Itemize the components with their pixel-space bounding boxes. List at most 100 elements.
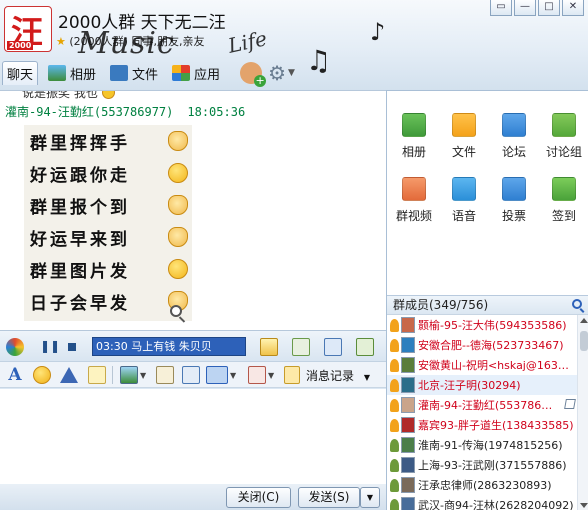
app-checkin[interactable]: 签到 bbox=[539, 177, 588, 241]
music-doc-icon[interactable] bbox=[182, 366, 200, 384]
tab-chat[interactable]: 聊天 bbox=[2, 61, 39, 166]
invite-member-icon[interactable] bbox=[240, 62, 267, 87]
app-files[interactable]: 文件 bbox=[439, 113, 489, 177]
tab-apps-label: 应用 bbox=[194, 67, 221, 83]
emoji-icon[interactable] bbox=[33, 366, 51, 384]
minimize-button[interactable]: — bbox=[514, 0, 536, 16]
message-line: 好运早来到 bbox=[30, 230, 130, 250]
stop-icon[interactable] bbox=[68, 343, 76, 351]
app-forum-label: 论坛 bbox=[501, 145, 526, 159]
member-role-icon bbox=[390, 478, 399, 492]
member-item[interactable]: 武汉-商94-汪林(2628204092) bbox=[387, 495, 577, 510]
app-group-video[interactable]: 群视频 bbox=[389, 177, 439, 241]
scroll-down-icon[interactable] bbox=[580, 503, 588, 508]
scroll-thumb[interactable] bbox=[580, 331, 588, 351]
shake-window-icon[interactable] bbox=[248, 366, 266, 384]
app-icon bbox=[172, 65, 191, 81]
chevron-down-icon[interactable]: ▼ bbox=[140, 371, 146, 380]
app-album[interactable]: 相册 bbox=[389, 113, 439, 177]
now-playing-text[interactable]: 03:30 马上有钱 朱贝贝 bbox=[92, 337, 246, 356]
menu-button[interactable]: ▭ bbox=[490, 0, 512, 16]
members-count: 群成员(349/756) bbox=[393, 298, 489, 312]
app-discussion[interactable]: 讨论组 bbox=[539, 113, 588, 177]
message-record-button[interactable]: 消息记录 ▼ bbox=[306, 367, 370, 384]
victory-hand-icon bbox=[168, 131, 188, 151]
message-input[interactable] bbox=[0, 389, 386, 484]
chevron-down-icon[interactable]: ▼ bbox=[268, 371, 274, 380]
send-options-button[interactable]: ▼ bbox=[360, 487, 380, 508]
font-icon[interactable]: A bbox=[6, 366, 24, 384]
avatar bbox=[401, 417, 415, 433]
member-item[interactable]: 上海-93-汪武刚(371557886) bbox=[387, 455, 577, 475]
member-item[interactable]: 颢榆-95-汪大伟(594353586) bbox=[387, 315, 577, 335]
chat-history[interactable]: 说是振奖 我也 灌南-94-汪勤红(553786977) 18:05:36 群里挥… bbox=[0, 90, 386, 330]
pause-icon[interactable]: ❚❚ bbox=[40, 339, 60, 353]
app-forum[interactable]: 论坛 bbox=[489, 113, 539, 177]
tab-album[interactable]: 相册 bbox=[44, 61, 100, 85]
send-image-icon[interactable] bbox=[120, 366, 138, 384]
app-album-label: 相册 bbox=[401, 145, 426, 159]
avatar bbox=[401, 337, 415, 353]
message-image[interactable]: 群里挥挥手 好运跟你走 群里报个到 好运早来到 群里图片发 日子会早发 bbox=[24, 125, 192, 321]
share-music-icon[interactable] bbox=[356, 338, 374, 356]
message-line: 群里报个到 bbox=[30, 198, 130, 218]
bar-chart-icon bbox=[502, 177, 526, 201]
member-name: 汪承忠律师(2863230893) bbox=[418, 479, 552, 492]
life-decoration: Life bbox=[225, 26, 269, 58]
admin-role-icon bbox=[390, 398, 399, 412]
member-list[interactable]: 颢榆-95-汪大伟(594353586) 安徽合肥--德海(523733467)… bbox=[387, 315, 577, 510]
chat-window-header: 汪 2000 2000人群 天下无二汪 ★ (2000人群) 同事,朋友,亲友 … bbox=[0, 0, 588, 166]
window-controls: ▭ — □ ✕ bbox=[490, 0, 584, 16]
member-item[interactable]: 北京-汪子明(30294) bbox=[387, 375, 577, 395]
close-button[interactable]: 关闭(C) bbox=[226, 487, 291, 508]
group-logo-badge: 2000 bbox=[7, 41, 34, 50]
microphone-icon bbox=[452, 177, 476, 201]
chevron-down-icon[interactable]: ▼ bbox=[230, 371, 236, 380]
member-item[interactable]: 汪承忠律师(2863230893) bbox=[387, 475, 577, 495]
admin-role-icon bbox=[390, 358, 399, 372]
app-voice[interactable]: 语音 bbox=[439, 177, 489, 241]
message-line: 日子会早发 bbox=[30, 294, 130, 314]
avatar bbox=[401, 377, 415, 393]
format-toolbar: A ▼ ▼ ▼ 消息记录 ▼ bbox=[0, 362, 386, 388]
chevron-down-icon[interactable]: ▼ bbox=[364, 373, 370, 382]
search-icon[interactable] bbox=[572, 299, 582, 309]
maximize-button[interactable]: □ bbox=[538, 0, 560, 16]
chevron-down-icon[interactable]: ▼ bbox=[288, 68, 295, 78]
music-disc-icon[interactable] bbox=[6, 338, 24, 356]
member-name: 上海-93-汪武刚(371557886) bbox=[418, 459, 567, 472]
app-vote[interactable]: 投票 bbox=[489, 177, 539, 241]
note-icon[interactable] bbox=[88, 366, 106, 384]
avatar bbox=[401, 457, 415, 473]
send-button[interactable]: 发送(S) bbox=[298, 487, 360, 508]
magic-hat-icon[interactable] bbox=[60, 367, 78, 383]
star-icon: ★ bbox=[56, 35, 66, 48]
member-item[interactable]: 安徽黄山-祝明<hskaj@163… bbox=[387, 355, 577, 375]
message-sender[interactable]: 灌南-94-汪勤红(553786977) bbox=[5, 105, 173, 119]
group-apps-grid: 相册 文件 论坛 讨论组 群视频 语音 投票 签到 bbox=[387, 91, 588, 295]
member-list-scrollbar[interactable] bbox=[577, 315, 588, 510]
member-item[interactable]: 灌南-94-汪勤红(553786… bbox=[387, 395, 577, 415]
music-mail-icon[interactable] bbox=[260, 338, 278, 356]
music-list-icon[interactable] bbox=[292, 338, 310, 356]
tab-files-label: 文件 bbox=[132, 67, 159, 83]
admin-role-icon bbox=[390, 378, 399, 392]
scroll-up-icon[interactable] bbox=[580, 318, 588, 323]
victory-hand-icon bbox=[168, 195, 188, 215]
member-item[interactable]: 嘉宾93-胖子道生(138433585) bbox=[387, 415, 577, 435]
tab-apps[interactable]: 应用 bbox=[168, 61, 224, 85]
tab-files[interactable]: 文件 bbox=[106, 61, 162, 85]
close-window-button[interactable]: ✕ bbox=[562, 0, 584, 16]
screenshot-icon[interactable] bbox=[206, 366, 228, 384]
discussion-group-icon bbox=[552, 113, 576, 137]
member-item[interactable]: 淮南-91-传海(1974815256) bbox=[387, 435, 577, 455]
text-sticker-icon[interactable] bbox=[156, 366, 174, 384]
group-logo[interactable]: 汪 2000 bbox=[4, 6, 52, 52]
music-note-button-icon[interactable] bbox=[324, 338, 342, 356]
member-item[interactable]: 安徽合肥--德海(523733467) bbox=[387, 335, 577, 355]
edit-icon[interactable] bbox=[564, 399, 576, 409]
gear-icon[interactable]: ⚙ bbox=[268, 61, 286, 85]
video-camera-icon bbox=[402, 177, 426, 201]
magnifier-icon[interactable] bbox=[170, 305, 182, 317]
member-role-icon bbox=[390, 498, 399, 510]
